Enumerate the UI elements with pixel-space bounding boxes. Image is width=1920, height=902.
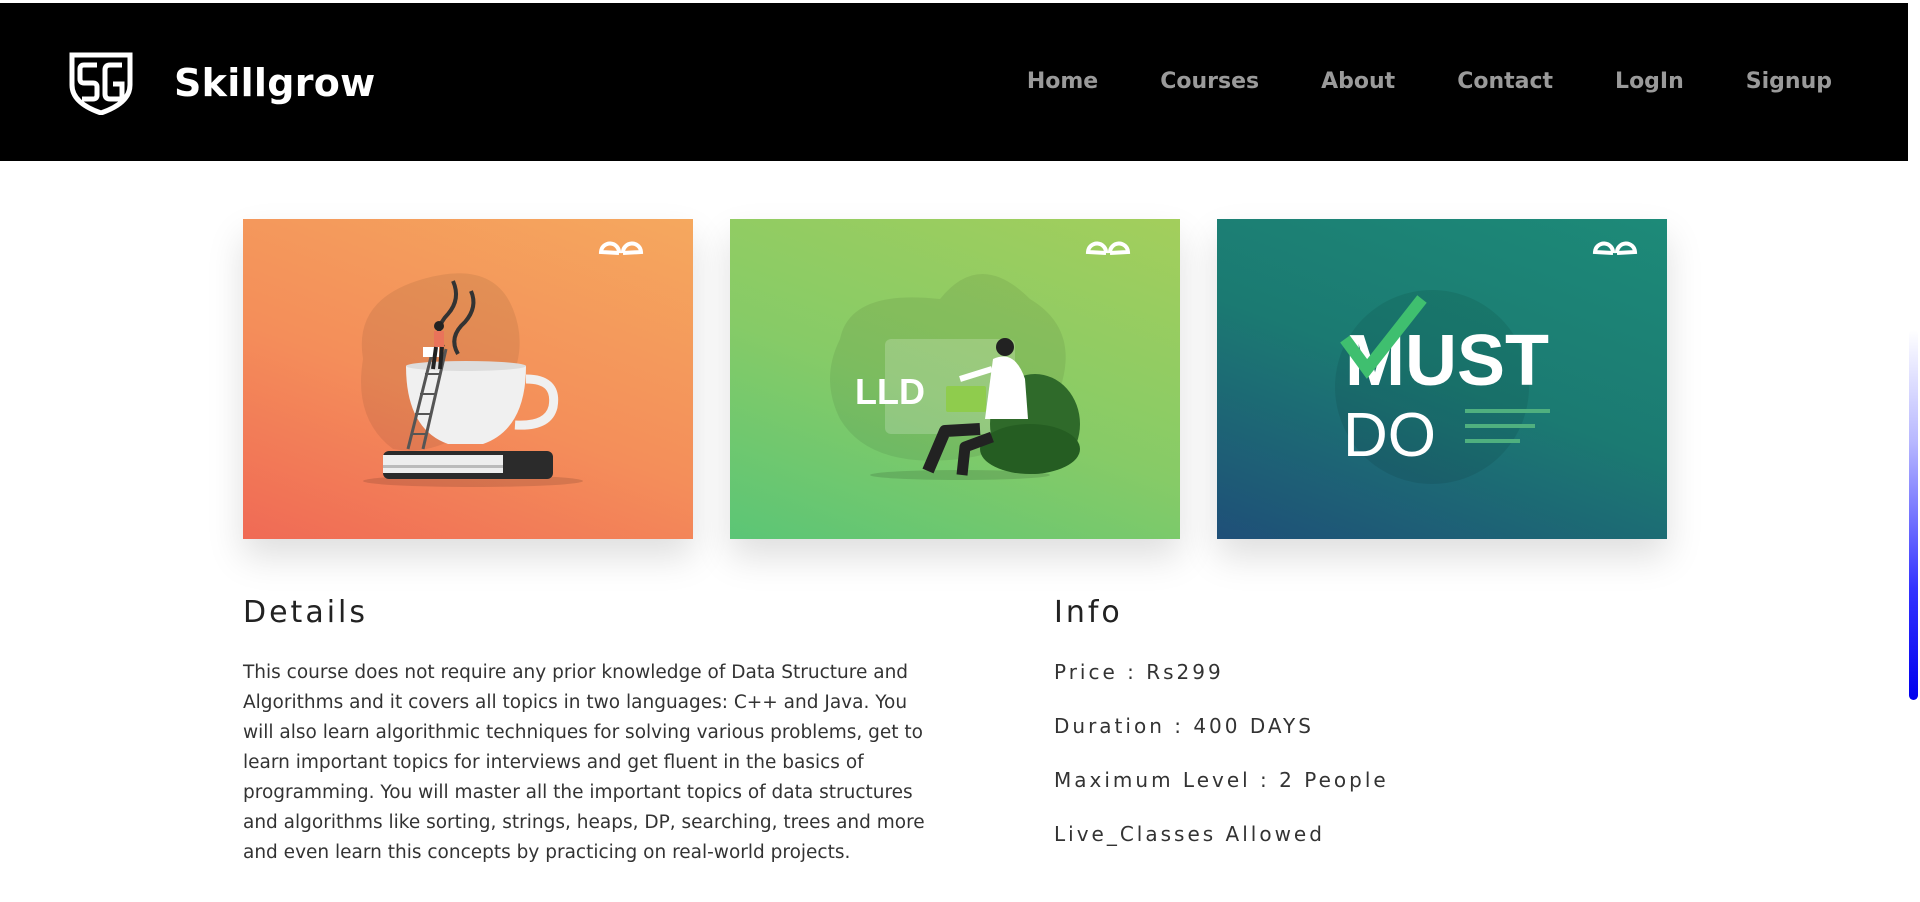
info-duration: Duration : 400 DAYS: [1054, 714, 1314, 738]
info-title: Info: [1054, 595, 1123, 630]
info-live-classes: Live_Classes Allowed: [1054, 822, 1325, 846]
nav-contact[interactable]: Contact: [1457, 69, 1553, 94]
course-card-2[interactable]: LLD: [730, 219, 1180, 539]
info-list: Price : Rs299 Duration : 400 DAYS Maximu…: [1054, 660, 1389, 876]
lld-label: LLD: [855, 371, 925, 412]
lld-illustration-icon: LLD: [830, 241, 1131, 480]
gfg-logo-icon: [598, 241, 644, 255]
details-text: This course does not require any prior k…: [243, 662, 925, 863]
gfg-logo-icon: [1592, 241, 1638, 255]
nav-home[interactable]: Home: [1027, 69, 1098, 94]
details-title: Details: [243, 595, 369, 630]
nav-signup[interactable]: Signup: [1746, 69, 1832, 94]
must-do-illustration-icon: MUST DO: [1335, 241, 1638, 484]
brand[interactable]: Skillgrow: [66, 51, 376, 115]
nav-links: Home Courses About Contact LogIn Signup: [965, 69, 1832, 94]
brand-name: Skillgrow: [174, 61, 376, 105]
scrollbar-thumb[interactable]: [1909, 330, 1918, 700]
coffee-cup-illustration-icon: [361, 241, 644, 487]
course-card-3[interactable]: MUST DO: [1217, 219, 1667, 539]
gfg-logo-icon: [1085, 241, 1131, 255]
nav-login[interactable]: LogIn: [1615, 69, 1684, 94]
shield-logo-icon: [69, 52, 133, 115]
course-cards: LLD MUST DO: [243, 219, 1667, 539]
info-section: Info Price : Rs299 Duration : 400 DAYS M…: [1054, 595, 1389, 876]
nav-courses[interactable]: Courses: [1160, 69, 1259, 94]
info-max-level: Maximum Level : 2 People: [1054, 768, 1389, 792]
nav-about[interactable]: About: [1321, 69, 1395, 94]
do-label: DO: [1343, 401, 1436, 470]
navbar: Skillgrow Home Courses About Contact Log…: [0, 3, 1908, 161]
details-section: Details This course does not require any…: [243, 595, 943, 868]
course-card-1[interactable]: [243, 219, 693, 539]
info-price: Price : Rs299: [1054, 660, 1224, 684]
